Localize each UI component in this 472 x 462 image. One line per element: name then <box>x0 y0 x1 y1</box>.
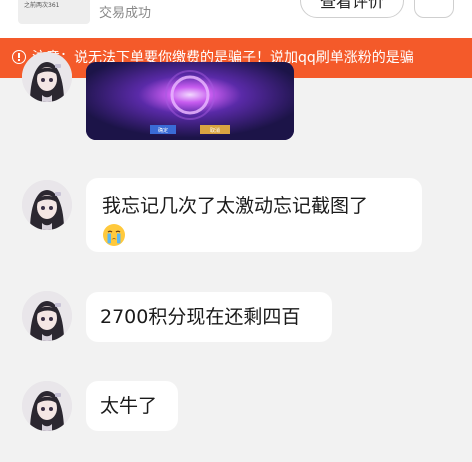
sender-avatar[interactable] <box>22 52 72 102</box>
image-message[interactable]: 确定 取消 <box>86 62 294 140</box>
message-text: 我忘记几次了太激动忘记截图了 <box>102 195 369 217</box>
order-header: 之前两次361 交易成功 查看评价 <box>0 0 472 38</box>
thumbnail-caption: 之前两次361 <box>24 2 60 9</box>
view-review-button[interactable]: 查看评价 <box>300 0 404 18</box>
game-screenshot-image: 确定 取消 <box>86 62 294 140</box>
trade-status: 交易成功 <box>99 6 152 21</box>
avatar-image <box>22 180 72 230</box>
message-bubble[interactable]: 2700积分现在还剩四百 <box>86 292 332 342</box>
message-bubble[interactable]: 我忘记几次了太激动忘记截图了 <box>86 178 422 252</box>
avatar-image <box>22 381 72 431</box>
avatar-image <box>22 291 72 341</box>
product-thumbnail[interactable]: 之前两次361 <box>18 0 90 24</box>
message-text: 太牛了 <box>100 395 158 417</box>
warning-circle-icon <box>12 50 26 64</box>
avatar-image <box>22 52 72 102</box>
sender-avatar[interactable] <box>22 180 72 230</box>
more-options-button[interactable] <box>414 0 454 18</box>
sender-avatar[interactable] <box>22 291 72 341</box>
image-button-right: 取消 <box>210 127 220 134</box>
sender-avatar[interactable] <box>22 381 72 431</box>
message-bubble[interactable]: 太牛了 <box>86 381 178 431</box>
message-text: 2700积分现在还剩四百 <box>100 306 301 328</box>
crying-face-emoji <box>102 223 126 247</box>
image-button-left: 确定 <box>158 127 168 134</box>
